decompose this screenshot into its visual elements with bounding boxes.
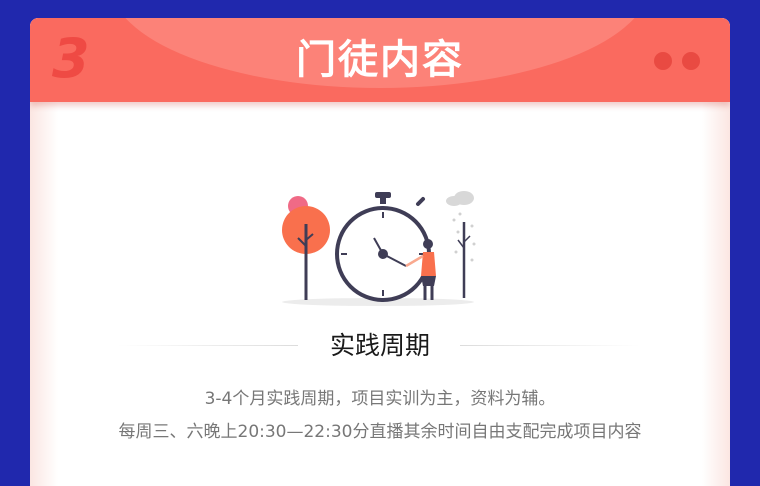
section-heading: 实践周期 [30,326,730,366]
card-header: 3 门徒内容 [30,18,730,102]
stopwatch-illustration-icon [282,191,476,306]
description-line: 每周三、六晚上20:30—22:30分直播其余时间自由支配完成项目内容 [118,422,642,442]
description-line: 3-4个月实践周期，项目实训为主，资料为辅。 [204,389,556,409]
content-card: 3 门徒内容 实践周期 3-4个月实践周期，项目实训为主，资料为辅。 每周三、六… [30,18,730,486]
divider-right [460,345,640,346]
header-dot-icon [654,52,672,70]
section-title: 实践周期 [329,331,430,360]
card-title: 门徒内容 [296,37,464,83]
header-dot-icon [682,52,700,70]
